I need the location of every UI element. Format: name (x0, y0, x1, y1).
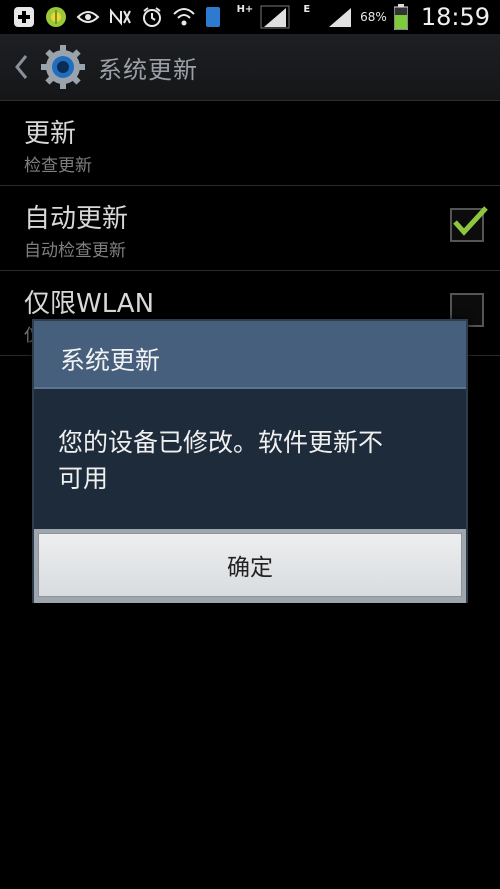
setting-subtitle: 检查更新 (24, 156, 92, 176)
app-store-icon (44, 5, 68, 29)
back-chevron-icon[interactable] (10, 47, 32, 87)
wifi-icon (172, 5, 196, 29)
auto-update-checkbox[interactable] (450, 206, 488, 242)
eye-icon (76, 5, 100, 29)
signal-icon (259, 5, 291, 29)
setting-subtitle: 自动检查更新 (24, 241, 126, 261)
action-bar: 系统更新 (0, 34, 500, 101)
settings-gear-icon[interactable] (40, 44, 86, 90)
dialog-title: 系统更新 (60, 346, 161, 375)
setting-update-row[interactable]: 更新 检查更新 (0, 101, 500, 186)
add-notification-icon (12, 5, 36, 29)
dialog-button-bar: 确定 (34, 529, 466, 603)
setting-auto-update-row[interactable]: 自动更新 自动检查更新 (0, 186, 500, 271)
network-type-2-label: E (303, 4, 311, 15)
signal-icon-2 (326, 5, 354, 29)
setting-title: 仅限WLAN (24, 289, 155, 319)
ok-button[interactable]: 确定 (38, 533, 462, 597)
dialog-message-line: 您的设备已修改。软件更新不 (58, 428, 384, 457)
clock: 18:59 (420, 3, 490, 31)
battery-percent: 68% (360, 10, 387, 24)
network-type-label: H+ (236, 4, 254, 15)
dialog-title-bar: 系统更新 (34, 321, 466, 389)
settings-list: 更新 检查更新 自动更新 自动检查更新 仅限WLAN 仅 (0, 101, 500, 356)
page-title: 系统更新 (98, 55, 198, 84)
dialog-message: 您的设备已修改。软件更新不 可用 (58, 425, 438, 497)
dialog-message-line: 可用 (58, 464, 109, 493)
setting-title: 自动更新 (24, 204, 129, 234)
sim-badge-icon (204, 5, 222, 29)
nfc-icon (108, 5, 132, 29)
system-update-dialog: 系统更新 您的设备已修改。软件更新不 可用 确定 (32, 319, 468, 603)
setting-title: 更新 (24, 119, 77, 149)
alarm-icon (140, 5, 164, 29)
battery-icon (393, 4, 409, 30)
checkmark-icon (453, 206, 488, 236)
status-bar: H+ E 68% 18:59 (0, 0, 500, 34)
